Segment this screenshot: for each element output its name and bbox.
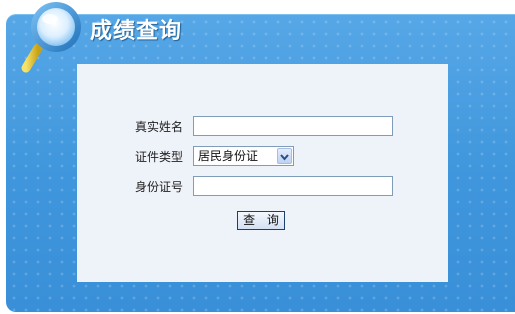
score-query-page: 成绩查询 真实姓名 证件类型 居民身份证 身份证号 查 询 bbox=[0, 0, 515, 314]
name-row: 真实姓名 bbox=[77, 116, 448, 138]
query-form: 真实姓名 证件类型 居民身份证 身份证号 查 询 bbox=[77, 64, 448, 282]
query-button[interactable]: 查 询 bbox=[237, 211, 285, 230]
page-title: 成绩查询 bbox=[90, 19, 183, 44]
magnifier-icon bbox=[21, 2, 81, 73]
id-number-label: 身份证号 bbox=[134, 180, 183, 194]
name-label: 真实姓名 bbox=[134, 120, 183, 134]
chevron-down-icon[interactable] bbox=[277, 148, 292, 164]
name-input[interactable] bbox=[193, 116, 393, 136]
id-type-select[interactable]: 居民身份证 bbox=[193, 146, 294, 166]
id-type-selected-value: 居民身份证 bbox=[198, 149, 259, 163]
id-type-label: 证件类型 bbox=[134, 150, 183, 164]
id-number-row: 身份证号 bbox=[77, 176, 448, 198]
id-number-input[interactable] bbox=[193, 176, 393, 196]
id-type-row: 证件类型 居民身份证 bbox=[77, 146, 448, 168]
